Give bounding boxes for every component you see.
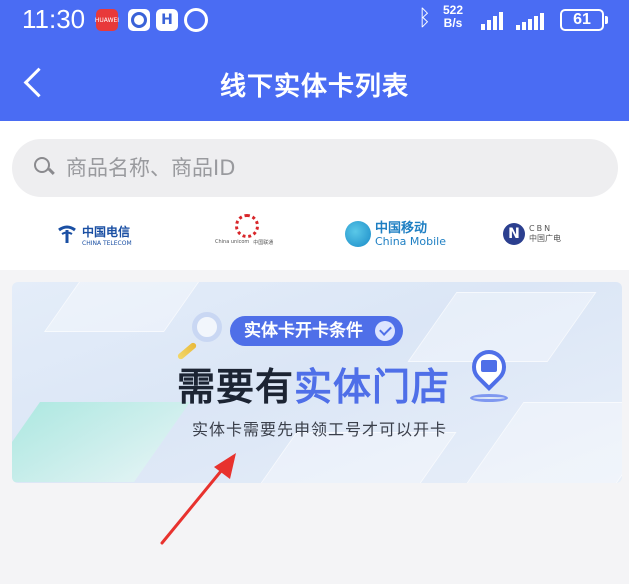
status-time: 11:30 [22, 4, 86, 34]
conditions-badge: 实体卡开卡条件 [230, 316, 403, 346]
conditions-banner[interactable]: 实体卡开卡条件 需要有实体门店 实体卡需要先申领工号才可以开卡 [12, 282, 622, 483]
h-app-icon: H [156, 9, 178, 31]
conditions-badge-label: 实体卡开卡条件 [244, 321, 363, 341]
signal-icon [481, 10, 503, 30]
operator-china-mobile[interactable]: 中国移动 China Mobile [345, 214, 446, 254]
bluetooth-icon: ᛒ [418, 6, 432, 31]
operator-sub: China unicom [215, 239, 250, 245]
operator-name: 中国电信 [82, 225, 131, 239]
search-icon [34, 157, 54, 177]
decor-tile [460, 402, 622, 483]
operator-sub: CHINA TELECOM [82, 240, 132, 247]
banner-subtitle: 实体卡需要先申领工号才可以开卡 [192, 420, 448, 439]
operator-china-unicom[interactable]: China unicom 中国联通 [215, 214, 273, 254]
huawei-app-icon: HUAWEI [95, 9, 119, 31]
network-speed: 522 B/s [443, 4, 463, 30]
search-bar[interactable] [12, 139, 618, 197]
camera-app-icon [128, 9, 150, 31]
search-input[interactable] [66, 139, 606, 197]
page-title: 线下实体卡列表 [219, 72, 409, 102]
headline-plain: 需要有 [177, 365, 295, 409]
banner-headline: 需要有实体门店 [177, 356, 450, 411]
china-broadnet-logo: N [503, 223, 525, 245]
battery-icon: 61 [560, 9, 608, 31]
china-unicom-logo [235, 214, 260, 238]
operator-china-broadnet[interactable]: N CBN 中国广电 [503, 214, 561, 254]
check-icon [375, 321, 395, 341]
operator-name: 中国移动 [375, 220, 428, 236]
network-speed-unit: B/s [443, 16, 463, 30]
operator-china-telecom[interactable]: 中国电信 CHINA TELECOM [55, 214, 132, 254]
operator-name: CBN [529, 224, 553, 233]
red-arrow-annotation [160, 453, 236, 545]
status-bar: 11:30 HUAWEI H ᛒ 522 B/s 61 [0, 0, 629, 40]
china-telecom-logo [58, 225, 76, 243]
operator-name: 中国联通 [253, 240, 274, 246]
headline-highlight: 实体门店 [294, 365, 451, 409]
operator-sub: China Mobile [375, 234, 447, 248]
operator-sub: 中国广电 [529, 234, 561, 243]
signal-hd-icon [516, 10, 544, 30]
store-location-icon [464, 342, 514, 404]
top-bar: 11:30 HUAWEI H ᛒ 522 B/s 61 线下实体卡列表 [0, 0, 629, 121]
china-mobile-logo [345, 221, 371, 247]
alarm-icon [184, 8, 208, 32]
